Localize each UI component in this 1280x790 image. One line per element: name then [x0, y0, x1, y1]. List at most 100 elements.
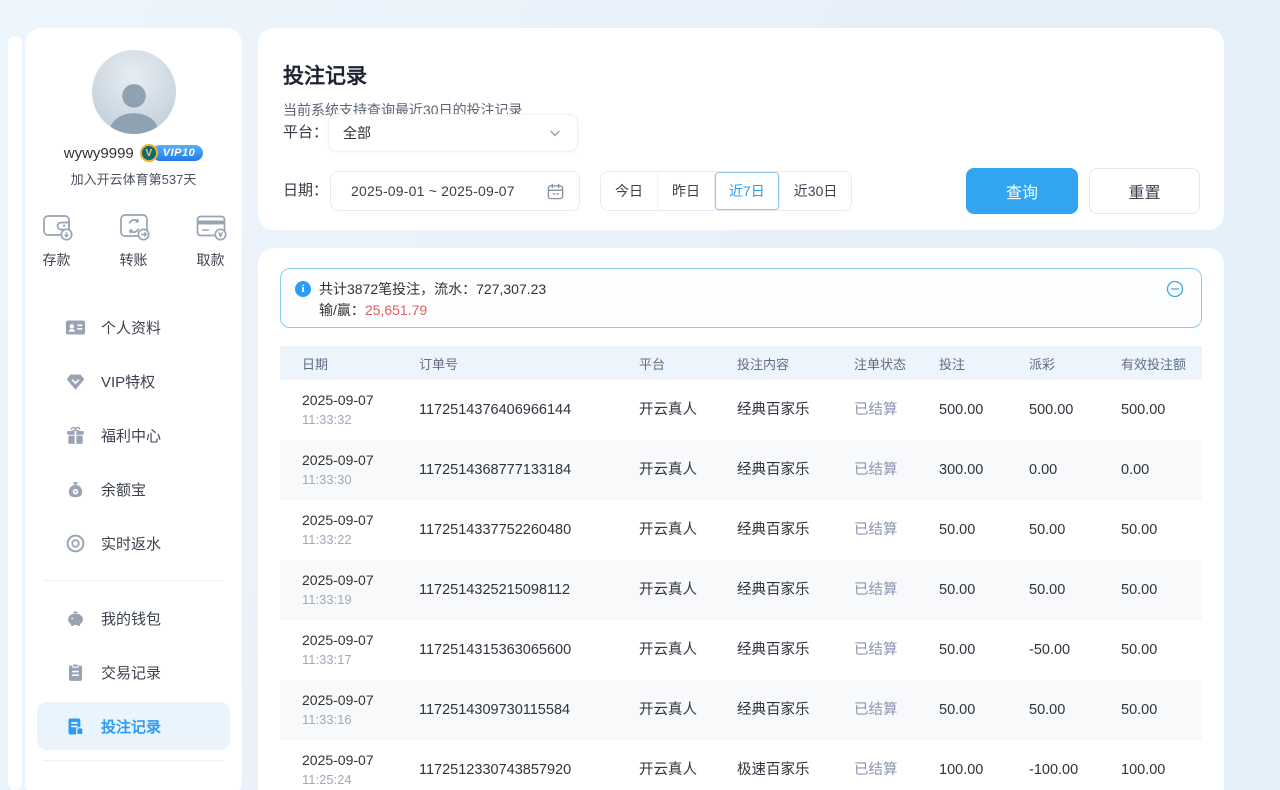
summary-line1: 共计3872笔投注，流水：727,307.23 — [319, 279, 546, 299]
bet-status: 已结算 — [832, 641, 917, 660]
table-row[interactable]: 2025-09-07 11:33:17 1172514315363065600 … — [280, 620, 1202, 680]
range-yesterday-button[interactable]: 昨日 — [658, 172, 715, 210]
date-range-input[interactable]: 2025-09-01 ~ 2025-09-07 — [330, 171, 580, 211]
filter-card: 投注记录 当前系统支持查询最近30日的投注记录 平台： 全部 日期： 2025-… — [258, 28, 1224, 230]
transfer-icon — [116, 208, 152, 244]
range-7days-button[interactable]: 近7日 — [715, 172, 780, 210]
summary-winloss-label: 输/赢： — [319, 300, 365, 320]
column-header: 投注内容 — [715, 354, 832, 373]
bet-time: 11:33:17 — [302, 652, 397, 669]
bet-amount: 100.00 — [917, 761, 1007, 780]
sidebar-item-label: 个人资料 — [101, 317, 161, 338]
sidebar-item-label: 投注记录 — [101, 716, 161, 737]
bet-content: 经典百家乐 — [715, 701, 832, 720]
payout-amount: 50.00 — [1007, 521, 1099, 540]
platform-name: 开云真人 — [617, 641, 715, 660]
bet-time: 11:33:32 — [302, 412, 397, 429]
sidebar-item-label: 我的钱包 — [101, 608, 161, 629]
bet-date: 2025-09-07 — [302, 691, 397, 709]
records-card: i 共计3872笔投注，流水：727,307.23 输/赢： 25,651.79… — [258, 248, 1224, 790]
bet-status: 已结算 — [832, 401, 917, 420]
bet-date: 2025-09-07 — [302, 631, 397, 649]
bet-status: 已结算 — [832, 521, 917, 540]
payout-amount: 0.00 — [1007, 461, 1099, 480]
clipboard-icon — [65, 662, 86, 683]
column-header: 投注 — [917, 354, 1007, 373]
summary-banner: i 共计3872笔投注，流水：727,307.23 输/赢： 25,651.79 — [280, 268, 1202, 328]
order-number: 1172514309730115584 — [397, 701, 617, 720]
sidebar-item-rebate[interactable]: 实时返水 — [25, 516, 242, 570]
bet-amount: 50.00 — [917, 641, 1007, 660]
table-row[interactable]: 2025-09-07 11:33:16 1172514309730115584 … — [280, 680, 1202, 740]
column-header: 注单状态 — [832, 354, 917, 373]
vip-badge[interactable]: V VIP10 — [140, 144, 203, 162]
payout-amount: -50.00 — [1007, 641, 1099, 660]
diamond-icon — [65, 371, 86, 392]
page-title: 投注记录 — [283, 60, 367, 90]
bet-time: 11:33:30 — [302, 472, 397, 489]
sidebar-item-vip[interactable]: VIP特权 — [25, 354, 242, 408]
piggy-bank-icon — [65, 608, 86, 629]
sidebar-item-bet-records[interactable]: 投注记录 — [37, 702, 230, 750]
info-icon: i — [295, 281, 311, 297]
deposit-wallet-icon — [39, 208, 75, 244]
platform-label: 平台： — [283, 114, 328, 152]
sidebar-item-wallet[interactable]: 我的钱包 — [25, 591, 242, 645]
vip-level-label: VIP10 — [152, 145, 203, 161]
date-range-value: 2025-09-01 ~ 2025-09-07 — [351, 183, 546, 199]
valid-bet-amount: 50.00 — [1099, 581, 1202, 600]
table-header-row: 日期订单号平台投注内容注单状态投注派彩有效投注额 — [280, 346, 1202, 380]
deposit-button[interactable]: 存款 — [39, 208, 75, 270]
withdraw-button[interactable]: 取款 — [193, 208, 229, 270]
sidebar-item-label: 实时返水 — [101, 533, 161, 554]
sidebar-item-label: VIP特权 — [101, 371, 155, 392]
sidebar-item-label: 交易记录 — [101, 662, 161, 683]
sidebar-item-welfare[interactable]: 福利中心 — [25, 408, 242, 462]
range-today-button[interactable]: 今日 — [601, 172, 658, 210]
order-number: 1172514337752260480 — [397, 521, 617, 540]
valid-bet-amount: 500.00 — [1099, 401, 1202, 420]
platform-name: 开云真人 — [617, 581, 715, 600]
vip-emblem-icon: V — [140, 144, 158, 162]
payout-amount: 50.00 — [1007, 701, 1099, 720]
sidebar-item-profile[interactable]: 个人资料 — [25, 300, 242, 354]
table-row[interactable]: 2025-09-07 11:33:30 1172514368777133184 … — [280, 440, 1202, 500]
bet-time: 11:33:19 — [302, 592, 397, 609]
bet-records-icon — [65, 716, 86, 737]
order-number: 1172514368777133184 — [397, 461, 617, 480]
reset-button[interactable]: 重置 — [1089, 168, 1200, 214]
payout-amount: 500.00 — [1007, 401, 1099, 420]
avatar — [92, 50, 176, 134]
order-number: 1172514325215098112 — [397, 581, 617, 600]
withdraw-card-icon — [193, 208, 229, 244]
calendar-icon — [546, 182, 565, 201]
platform-name: 开云真人 — [617, 401, 715, 420]
bet-date: 2025-09-07 — [302, 751, 397, 769]
person-silhouette-icon — [102, 74, 166, 134]
sidebar: wywy9999 V VIP10 加入开云体育第537天 存款 — [25, 28, 242, 790]
transfer-button[interactable]: 转账 — [116, 208, 152, 270]
bet-amount: 50.00 — [917, 521, 1007, 540]
sidebar-item-label: 福利中心 — [101, 425, 161, 446]
minus-circle-icon — [1165, 279, 1185, 299]
range-30days-button[interactable]: 近30日 — [780, 172, 852, 210]
platform-select[interactable]: 全部 — [328, 114, 578, 152]
collapse-button[interactable] — [1165, 279, 1185, 299]
valid-bet-amount: 0.00 — [1099, 461, 1202, 480]
sidebar-item-yuebao[interactable]: 余额宝 — [25, 462, 242, 516]
table-row[interactable]: 2025-09-07 11:25:24 1172512330743857920 … — [280, 740, 1202, 790]
bet-time: 11:33:16 — [302, 712, 397, 729]
valid-bet-amount: 50.00 — [1099, 521, 1202, 540]
bet-content: 经典百家乐 — [715, 581, 832, 600]
quick-action-label: 转账 — [120, 250, 148, 270]
table-row[interactable]: 2025-09-07 11:33:19 1172514325215098112 … — [280, 560, 1202, 620]
bet-status: 已结算 — [832, 461, 917, 480]
sidebar-item-transactions[interactable]: 交易记录 — [25, 645, 242, 699]
order-number: 1172514376406966144 — [397, 401, 617, 420]
search-button[interactable]: 查询 — [966, 168, 1078, 214]
bet-content: 经典百家乐 — [715, 521, 832, 540]
table-row[interactable]: 2025-09-07 11:33:22 1172514337752260480 … — [280, 500, 1202, 560]
bet-content: 极速百家乐 — [715, 761, 832, 780]
platform-name: 开云真人 — [617, 521, 715, 540]
table-row[interactable]: 2025-09-07 11:33:32 1172514376406966144 … — [280, 380, 1202, 440]
